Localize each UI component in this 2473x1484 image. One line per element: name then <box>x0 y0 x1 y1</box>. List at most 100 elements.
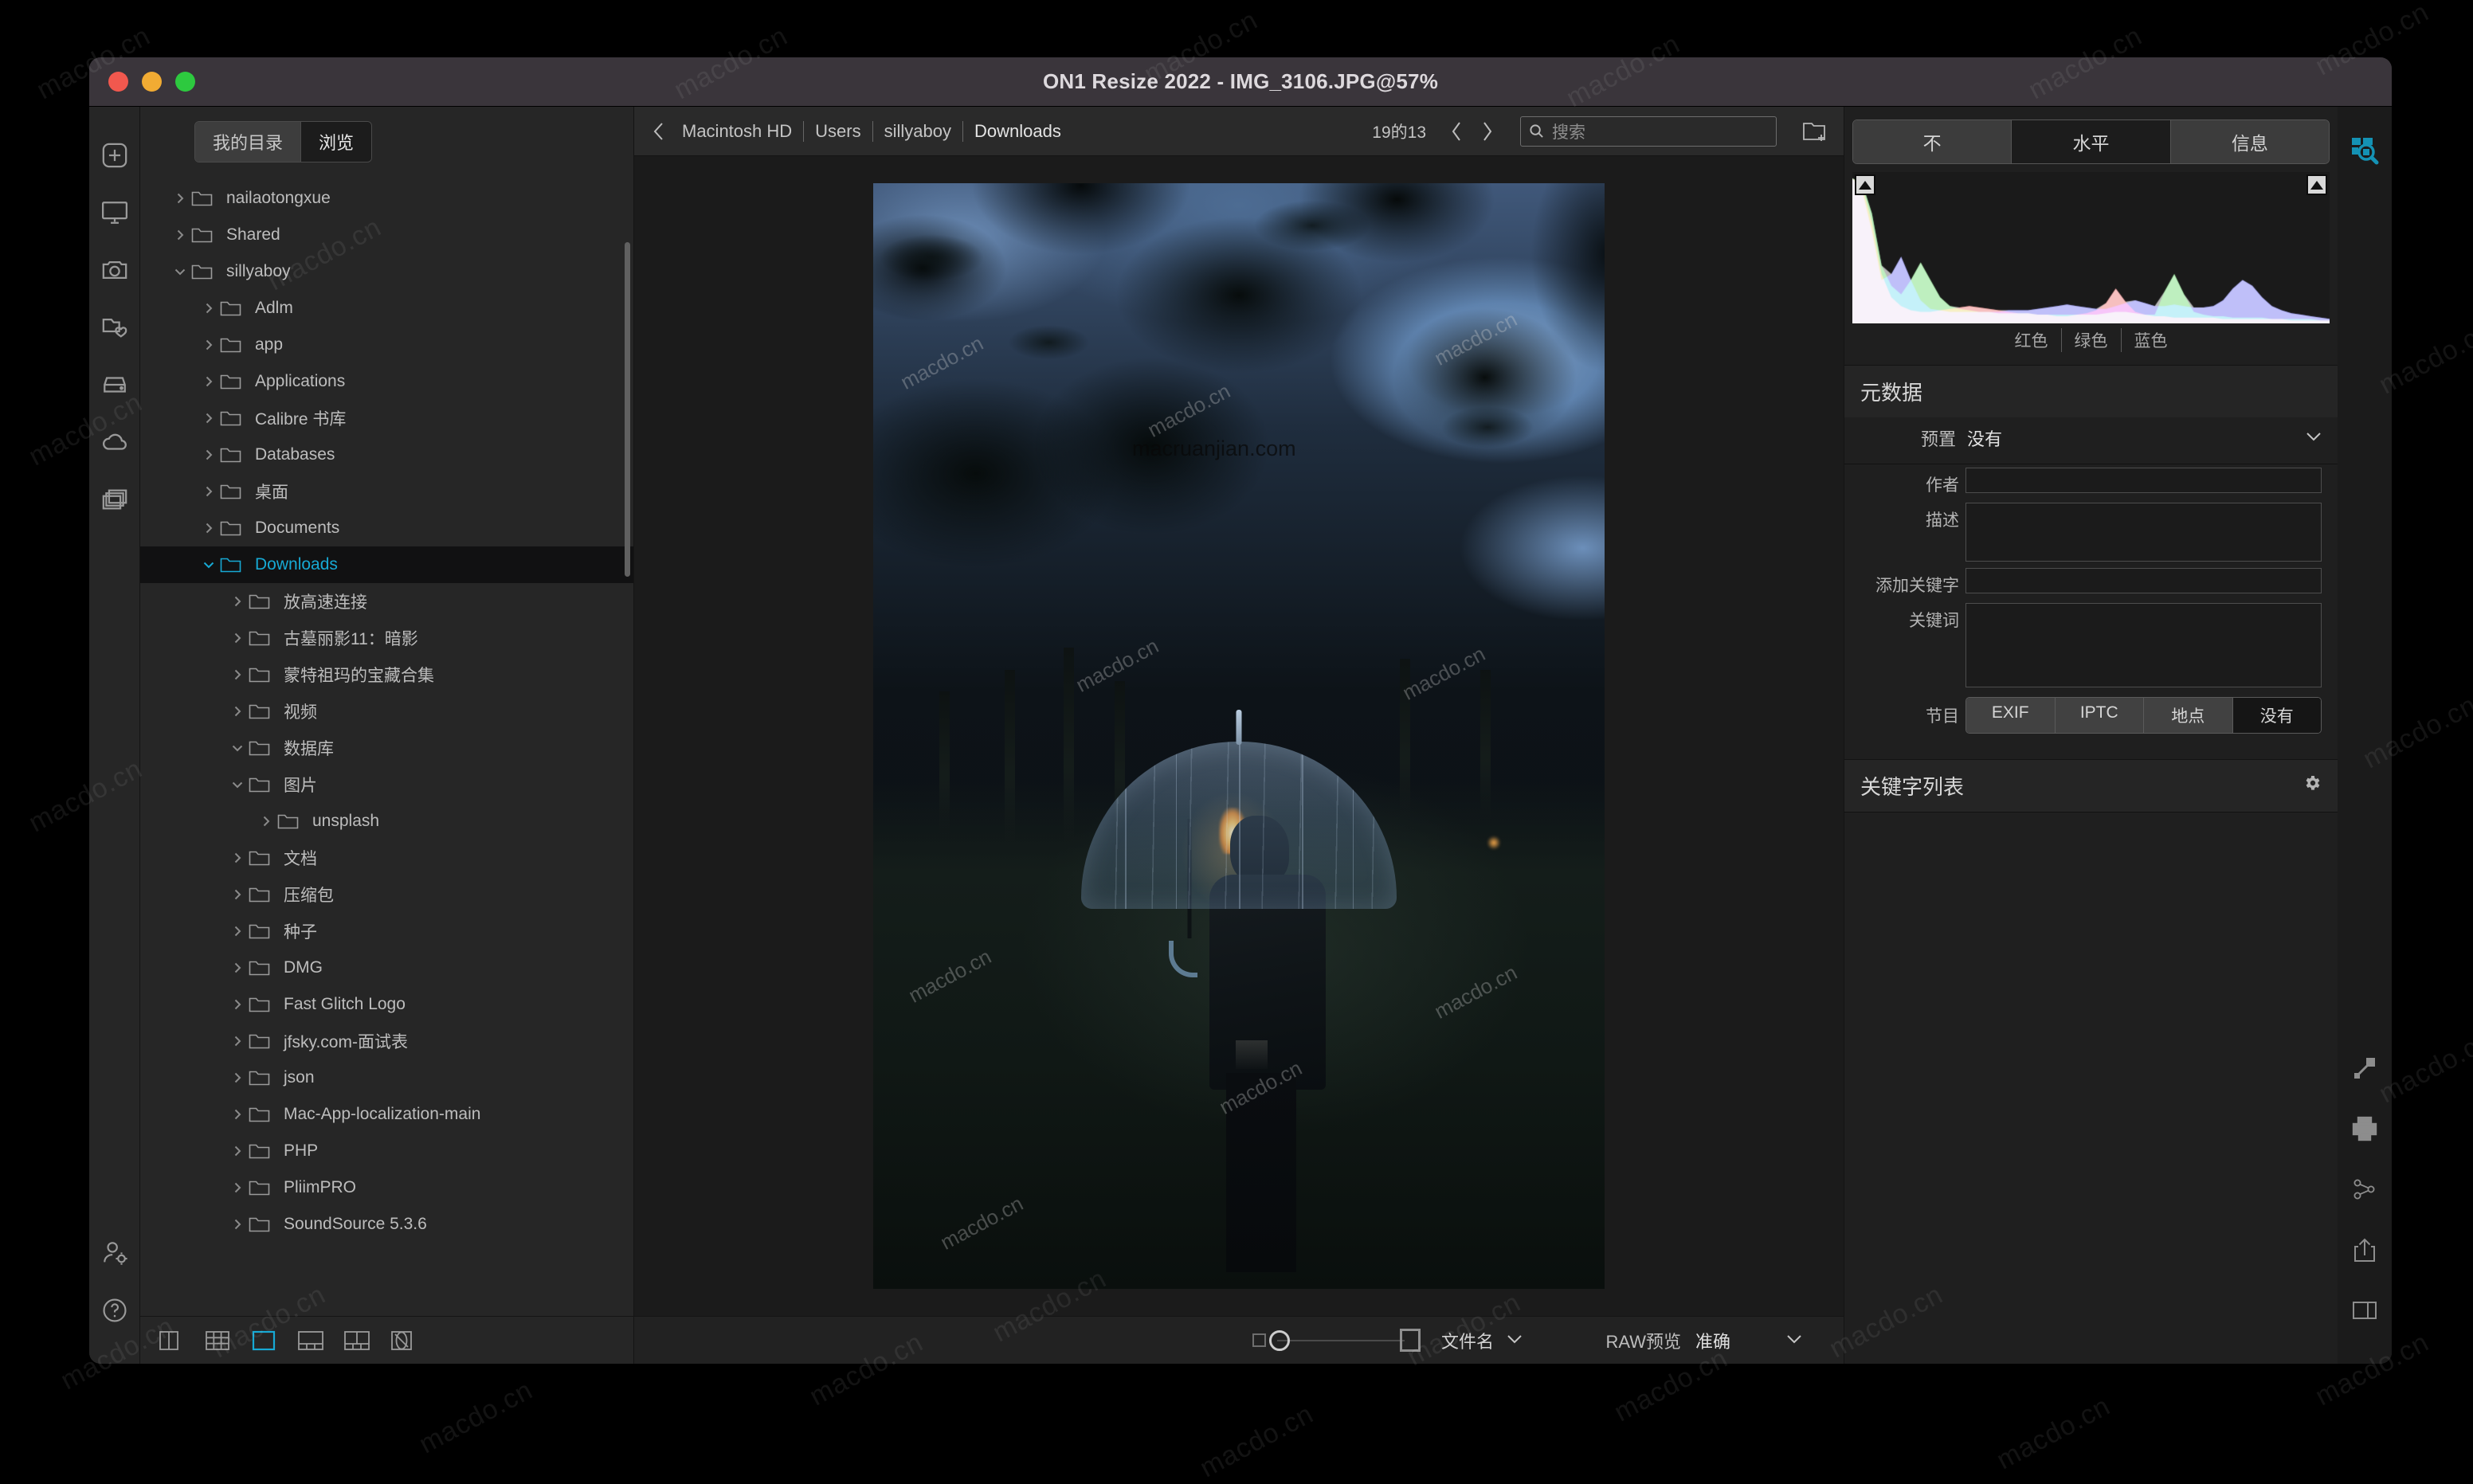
chevron-right-icon[interactable] <box>226 596 249 607</box>
photo-stage[interactable]: macdo.cn macdo.cn macdo.cn macdo.cn macd… <box>634 156 1844 1316</box>
section-button-location[interactable]: 地点 <box>2144 698 2233 733</box>
chevron-down-icon[interactable] <box>2306 431 2322 445</box>
tree-item[interactable]: nailaotongxue <box>140 180 633 217</box>
browse-module-icon[interactable] <box>2346 132 2383 169</box>
print-icon[interactable] <box>2346 1110 2383 1147</box>
chevron-right-icon[interactable] <box>226 889 249 900</box>
slider-handle[interactable] <box>1269 1330 1290 1351</box>
tree-item[interactable]: unsplash <box>140 803 633 840</box>
drive-icon[interactable] <box>96 366 133 403</box>
tree-item[interactable]: 图片 <box>140 766 633 803</box>
tree-item[interactable]: app <box>140 327 633 363</box>
previous-photo-icon[interactable] <box>1445 122 1468 141</box>
search-field[interactable]: 搜索 <box>1520 116 1777 147</box>
sort-by-dropdown[interactable]: 文件名 <box>1441 1328 1523 1353</box>
chevron-down-icon[interactable] <box>226 779 249 790</box>
chevron-right-icon[interactable] <box>226 1182 249 1193</box>
favorites-folder-icon[interactable] <box>96 309 133 346</box>
tree-item[interactable]: 桌面 <box>140 473 633 510</box>
camera-icon[interactable] <box>96 252 133 288</box>
keywords-field[interactable] <box>1965 603 2322 687</box>
account-settings-icon[interactable] <box>96 1235 133 1271</box>
chevron-right-icon[interactable] <box>198 339 220 350</box>
tree-item[interactable]: 数据库 <box>140 730 633 766</box>
tree-item[interactable]: sillyaboy <box>140 253 633 290</box>
tree-item[interactable]: Downloads <box>140 546 633 583</box>
breadcrumb-item-3[interactable]: Downloads <box>963 121 1072 142</box>
section-button-none[interactable]: 没有 <box>2233 698 2322 733</box>
chevron-right-icon[interactable] <box>226 852 249 863</box>
tree-item[interactable]: 古墓丽影11：暗影 <box>140 620 633 656</box>
view-grid-icon[interactable] <box>204 1329 233 1353</box>
chevron-right-icon[interactable] <box>226 706 249 717</box>
channel-label-red[interactable]: 红色 <box>2002 328 2062 352</box>
tree-item[interactable]: 压缩包 <box>140 876 633 913</box>
tab-histogram-info[interactable]: 信息 <box>2171 120 2329 163</box>
tab-my-catalogs[interactable]: 我的目录 <box>195 122 301 162</box>
chevron-right-icon[interactable] <box>226 1036 249 1047</box>
keyword-list-section-header[interactable]: 关键字列表 <box>1844 759 2338 812</box>
add-keyword-field[interactable] <box>1965 568 2322 593</box>
description-field[interactable] <box>1965 503 2322 562</box>
chevron-right-icon[interactable] <box>226 632 249 644</box>
search-input[interactable]: 搜索 <box>1552 119 1585 143</box>
shadow-clipping-icon[interactable] <box>1855 174 1875 195</box>
breadcrumb-back-icon[interactable] <box>649 123 669 140</box>
keyword-list-body[interactable] <box>1844 812 2338 1364</box>
chevron-right-icon[interactable] <box>198 376 220 387</box>
new-folder-icon[interactable] <box>1802 119 1829 143</box>
channel-label-blue[interactable]: 蓝色 <box>2122 328 2181 352</box>
chevron-right-icon[interactable] <box>169 229 191 241</box>
tree-item[interactable]: SoundSource 5.3.6 <box>140 1206 633 1243</box>
display-icon[interactable] <box>96 194 133 231</box>
tree-item[interactable]: jfsky.com-面试表 <box>140 1023 633 1059</box>
help-icon[interactable] <box>96 1292 133 1329</box>
toggle-panel-icon[interactable] <box>2346 1292 2383 1329</box>
chevron-right-icon[interactable] <box>226 962 249 973</box>
chevron-right-icon[interactable] <box>226 1145 249 1157</box>
thumbnail-size-slider[interactable] <box>1252 1329 1421 1352</box>
tab-histogram-none[interactable]: 不 <box>1853 120 2012 163</box>
chevron-right-icon[interactable] <box>198 449 220 460</box>
folder-tree[interactable]: nailaotongxueSharedsillyaboyAdlmappAppli… <box>140 180 633 1316</box>
section-button-exif[interactable]: EXIF <box>1966 698 2056 733</box>
photo-preview[interactable]: macdo.cn macdo.cn macdo.cn macdo.cn macd… <box>873 183 1605 1289</box>
tree-item[interactable]: Databases <box>140 437 633 473</box>
chevron-right-icon[interactable] <box>198 486 220 497</box>
cloud-icon[interactable] <box>96 424 133 460</box>
raw-preview-dropdown[interactable]: RAW预览 准确 <box>1605 1328 1802 1353</box>
breadcrumb-item-2[interactable]: sillyaboy <box>873 121 962 142</box>
channel-label-green[interactable]: 绿色 <box>2062 328 2122 352</box>
tab-browse[interactable]: 浏览 <box>301 122 371 162</box>
view-compare-icon[interactable] <box>343 1329 371 1353</box>
tree-item[interactable]: 放高速连接 <box>140 583 633 620</box>
chevron-right-icon[interactable] <box>198 523 220 534</box>
chevron-right-icon[interactable] <box>226 669 249 680</box>
share-icon[interactable] <box>2346 1171 2383 1208</box>
tree-item[interactable]: Applications <box>140 363 633 400</box>
breadcrumb-item-1[interactable]: Users <box>804 121 872 142</box>
section-button-iptc[interactable]: IPTC <box>2056 698 2145 733</box>
view-single-photo-icon[interactable] <box>250 1329 279 1353</box>
highlight-clipping-icon[interactable] <box>2306 174 2327 195</box>
tree-item[interactable]: Adlm <box>140 290 633 327</box>
gear-icon[interactable] <box>2303 773 2322 798</box>
tree-item[interactable]: Mac-App-localization-main <box>140 1096 633 1133</box>
chevron-right-icon[interactable] <box>169 193 191 204</box>
chevron-right-icon[interactable] <box>226 1072 249 1083</box>
view-split-panel-icon[interactable] <box>158 1329 186 1353</box>
tree-item[interactable]: 蒙特祖玛的宝藏合集 <box>140 656 633 693</box>
slider-track[interactable] <box>1277 1340 1405 1341</box>
chevron-down-icon[interactable] <box>226 742 249 754</box>
chevron-right-icon[interactable] <box>226 926 249 937</box>
tree-item[interactable]: DMG <box>140 950 633 986</box>
tree-item[interactable]: json <box>140 1059 633 1096</box>
chevron-down-icon[interactable] <box>198 559 220 570</box>
tree-item[interactable]: 种子 <box>140 913 633 950</box>
tree-item[interactable]: 视频 <box>140 693 633 730</box>
chevron-right-icon[interactable] <box>198 413 220 424</box>
chevron-right-icon[interactable] <box>226 999 249 1010</box>
resize-icon[interactable] <box>2346 1050 2383 1087</box>
catalogs-icon[interactable] <box>96 481 133 518</box>
breadcrumb-item-0[interactable]: Macintosh HD <box>677 121 803 142</box>
